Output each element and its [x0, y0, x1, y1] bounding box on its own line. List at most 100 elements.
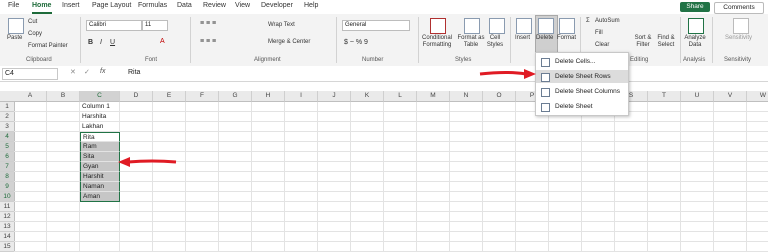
grid-cell[interactable]	[417, 112, 450, 122]
grid-cell[interactable]	[120, 232, 153, 242]
grid-cell[interactable]	[384, 172, 417, 182]
font-name-combo[interactable]: Calibri	[86, 20, 142, 31]
grid-cell[interactable]	[384, 122, 417, 132]
menu-review[interactable]: Review	[203, 2, 226, 9]
column-header-m[interactable]: M	[417, 91, 450, 102]
grid-cell[interactable]	[153, 112, 186, 122]
grid-cell[interactable]	[47, 162, 80, 172]
grid-cell[interactable]	[549, 242, 582, 252]
grid-cell[interactable]	[186, 192, 219, 202]
grid-cell[interactable]	[450, 232, 483, 242]
grid-cell[interactable]	[285, 172, 318, 182]
row-header-14[interactable]: 14	[0, 232, 15, 242]
grid-cell[interactable]	[483, 202, 516, 212]
grid-cell[interactable]	[252, 162, 285, 172]
grid-cell[interactable]	[714, 172, 747, 182]
column-header-b[interactable]: B	[47, 91, 80, 102]
menu-data[interactable]: Data	[177, 2, 192, 9]
grid-cell[interactable]	[384, 162, 417, 172]
grid-cell[interactable]	[450, 132, 483, 142]
grid-cell[interactable]	[615, 142, 648, 152]
grid-cell[interactable]	[186, 172, 219, 182]
grid-cell[interactable]	[681, 222, 714, 232]
grid-cell[interactable]	[747, 132, 768, 142]
grid-cell[interactable]	[483, 102, 516, 112]
grid-cell[interactable]	[417, 182, 450, 192]
column-header-g[interactable]: G	[219, 91, 252, 102]
menu-page-layout[interactable]: Page Layout	[92, 2, 131, 9]
grid-cell[interactable]	[384, 142, 417, 152]
grid-cell[interactable]	[417, 192, 450, 202]
grid-cell[interactable]	[14, 232, 47, 242]
format-cells-icon[interactable]	[559, 18, 575, 34]
grid-cell[interactable]	[120, 222, 153, 232]
delete-cells-item[interactable]: Delete Cells...	[536, 55, 628, 68]
align-left-icon[interactable]: ≡ ≡ ≡	[200, 38, 216, 45]
name-box[interactable]: C4	[2, 68, 58, 80]
grid-cell[interactable]	[648, 162, 681, 172]
grid-cell[interactable]	[681, 182, 714, 192]
grid-cell[interactable]	[384, 152, 417, 162]
grid-cell[interactable]	[120, 132, 153, 142]
grid-cell[interactable]	[14, 162, 47, 172]
grid-cell[interactable]	[120, 192, 153, 202]
grid-cell[interactable]	[516, 152, 549, 162]
format-as-table-icon[interactable]	[464, 18, 480, 34]
grid-cell[interactable]	[417, 152, 450, 162]
grid-cell[interactable]	[681, 152, 714, 162]
cell-c1[interactable]: Column 1	[80, 102, 120, 112]
grid-cell[interactable]	[47, 102, 80, 112]
grid-cell[interactable]	[285, 162, 318, 172]
grid-cell[interactable]	[549, 222, 582, 232]
cell-styles-button[interactable]: Cell Styles	[484, 35, 506, 49]
sensitivity-button[interactable]: Sensitivity	[725, 35, 752, 41]
cell-styles-icon[interactable]	[489, 18, 505, 34]
grid-cell[interactable]	[516, 122, 549, 132]
grid-cell[interactable]	[14, 192, 47, 202]
grid-cell[interactable]	[120, 202, 153, 212]
grid-cell[interactable]	[219, 212, 252, 222]
cut-button[interactable]: Cut	[28, 19, 37, 25]
grid-cell[interactable]	[384, 242, 417, 252]
column-header-j[interactable]: J	[318, 91, 351, 102]
grid-cell[interactable]	[47, 122, 80, 132]
grid-cell[interactable]	[417, 202, 450, 212]
menu-developer[interactable]: Developer	[261, 2, 293, 9]
comments-button[interactable]: Comments	[714, 2, 764, 14]
grid-cell[interactable]	[417, 142, 450, 152]
grid-cell[interactable]	[549, 202, 582, 212]
grid-cell[interactable]	[252, 132, 285, 142]
grid-cell[interactable]	[384, 202, 417, 212]
grid-cell[interactable]	[120, 102, 153, 112]
wrap-text-button[interactable]: Wrap Text	[268, 22, 295, 28]
column-header-d[interactable]: D	[120, 91, 153, 102]
cell-c6[interactable]: Sita	[80, 152, 120, 162]
row-header-3[interactable]: 3	[0, 122, 15, 132]
grid-cell[interactable]	[285, 102, 318, 112]
grid-cell[interactable]	[516, 232, 549, 242]
delete-sheet-columns-item[interactable]: Delete Sheet Columns	[536, 85, 628, 98]
fill-button[interactable]: Fill	[595, 30, 603, 36]
format-painter-button[interactable]: Format Painter	[28, 43, 68, 49]
grid-cell[interactable]	[648, 142, 681, 152]
autosum-icon[interactable]: Σ	[586, 18, 590, 24]
paste-label[interactable]: Paste	[7, 35, 22, 41]
grid-cell[interactable]	[417, 232, 450, 242]
grid-cell[interactable]	[219, 132, 252, 142]
grid-cell[interactable]	[153, 102, 186, 112]
grid-cell[interactable]	[747, 162, 768, 172]
grid-cell[interactable]	[483, 162, 516, 172]
grid-cell[interactable]	[351, 192, 384, 202]
merge-center-button[interactable]: Merge & Center	[268, 39, 310, 45]
grid-cell[interactable]	[747, 222, 768, 232]
grid-cell[interactable]	[615, 222, 648, 232]
grid-cell[interactable]	[417, 162, 450, 172]
grid-cell[interactable]	[318, 172, 351, 182]
grid-cell[interactable]	[47, 212, 80, 222]
grid-cell[interactable]	[252, 182, 285, 192]
grid-cell[interactable]	[450, 102, 483, 112]
grid-cell[interactable]	[351, 232, 384, 242]
grid-cell[interactable]	[615, 202, 648, 212]
grid-cell[interactable]	[219, 232, 252, 242]
italic-button[interactable]: I	[100, 39, 102, 46]
